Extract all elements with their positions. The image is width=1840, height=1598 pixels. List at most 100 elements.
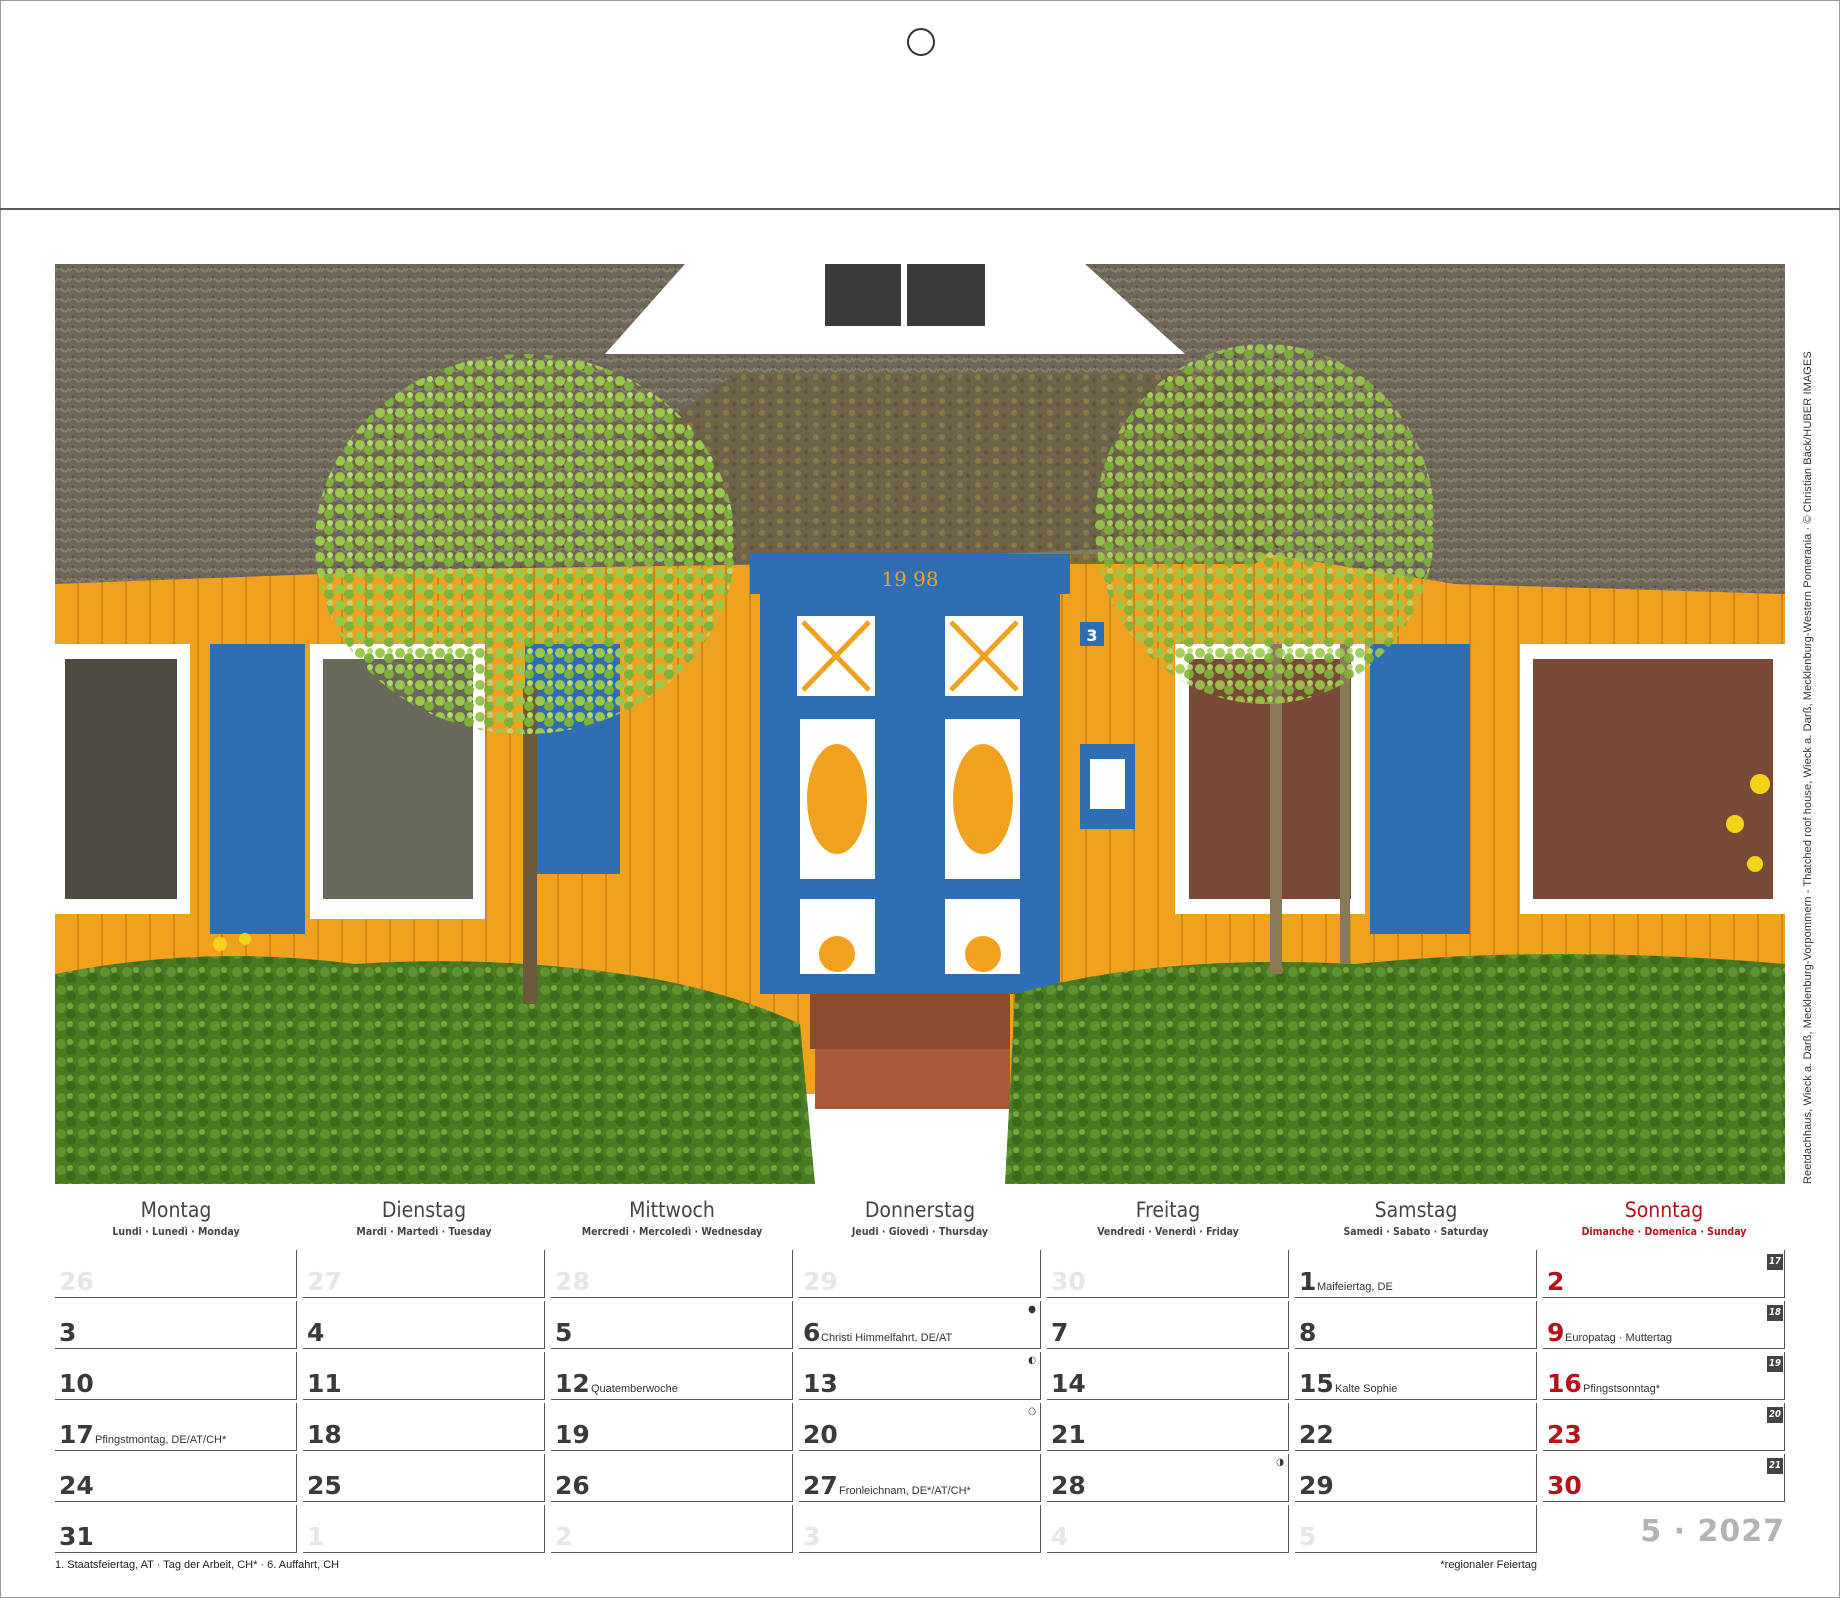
day-number: 27 <box>307 1267 342 1296</box>
week-number-badge: 19 <box>1767 1356 1783 1372</box>
day-cell: 30 <box>1047 1250 1289 1298</box>
day-number: 17 <box>59 1420 94 1449</box>
day-number: 1 <box>307 1522 325 1551</box>
day-number: 16 <box>1547 1369 1582 1398</box>
day-number: 1 <box>1299 1267 1317 1296</box>
moon-phase-icon: ○ <box>1028 1406 1036 1417</box>
weekday-header-sunday: Sonntag Dimanche · Domenica · Sunday <box>1544 1196 1784 1240</box>
weekday-translations: Mardi · Martedì · Tuesday <box>356 1226 492 1238</box>
moon-phase-icon: ◑ <box>1276 1457 1284 1468</box>
weekday-header-saturday: Samstag Samedi · Sabato · Saturday <box>1296 1196 1536 1240</box>
day-number: 30 <box>1051 1267 1086 1296</box>
holiday-note: Maifeiertag, DE <box>1317 1281 1393 1293</box>
day-cell: 22 <box>1295 1403 1537 1451</box>
holiday-note: Pfingstmontag, DE/AT/CH* <box>95 1434 227 1446</box>
day-number: 15 <box>1299 1369 1334 1398</box>
day-number: 19 <box>555 1420 590 1449</box>
day-number: 28 <box>1051 1471 1086 1500</box>
moon-phase-icon: ● <box>1028 1304 1036 1315</box>
day-cell: 7 <box>1047 1301 1289 1349</box>
hanging-hole <box>907 28 935 56</box>
day-cell: 23 20 <box>1543 1403 1785 1451</box>
day-cell: 14 <box>1047 1352 1289 1400</box>
day-cell: 1 <box>303 1505 545 1553</box>
day-number: 6 <box>803 1318 821 1347</box>
day-cell: 9 Europatag · Muttertag 18 <box>1543 1301 1785 1349</box>
weekday-header-wednesday: Mittwoch Mercredi · Mercoledì · Wednesda… <box>552 1196 792 1240</box>
day-cell: 18 <box>303 1403 545 1451</box>
weekday-name: Samstag <box>1374 1198 1458 1222</box>
day-cell: 24 <box>55 1454 297 1502</box>
day-cell: 4 <box>1047 1505 1289 1553</box>
day-cell: 25 <box>303 1454 545 1502</box>
day-number: 7 <box>1051 1318 1069 1347</box>
day-cell: 5 <box>551 1301 793 1349</box>
day-number: 4 <box>307 1318 325 1347</box>
day-cell: 19 <box>551 1403 793 1451</box>
day-number: 26 <box>59 1267 94 1296</box>
weekday-translations: Vendredi · Venerdì · Friday <box>1097 1226 1239 1238</box>
day-cell: 3 <box>55 1301 297 1349</box>
day-cell: 29 <box>1295 1454 1537 1502</box>
weekday-name: Freitag <box>1135 1198 1201 1222</box>
weekday-name: Montag <box>140 1198 212 1222</box>
day-cell: 31 <box>55 1505 297 1553</box>
day-number: 14 <box>1051 1369 1086 1398</box>
day-cell: 1 Maifeiertag, DE <box>1295 1250 1537 1298</box>
day-number: 2 <box>1547 1267 1565 1296</box>
month-photo: 19 98 3 <box>55 264 1785 1184</box>
day-number: 5 <box>1299 1522 1317 1551</box>
day-cell: 26 <box>55 1250 297 1298</box>
week-number-badge: 18 <box>1767 1305 1783 1321</box>
day-number: 25 <box>307 1471 342 1500</box>
day-number: 30 <box>1547 1471 1582 1500</box>
holiday-note: Fronleichnam, DE*/AT/CH* <box>839 1485 971 1497</box>
day-cell: 30 21 <box>1543 1454 1785 1502</box>
day-number: 23 <box>1547 1420 1582 1449</box>
day-number: 18 <box>307 1420 342 1449</box>
day-cell: 28 <box>551 1250 793 1298</box>
day-number: 12 <box>555 1369 590 1398</box>
holiday-footnote: 1. Staatsfeiertag, AT · Tag der Arbeit, … <box>55 1559 340 1571</box>
day-cell: 12 Quatemberwoche <box>551 1352 793 1400</box>
day-number: 3 <box>803 1522 821 1551</box>
day-cell: 29 <box>799 1250 1041 1298</box>
day-number: 21 <box>1051 1420 1086 1449</box>
holiday-note: Quatemberwoche <box>591 1383 678 1395</box>
house-number: 3 <box>1086 626 1097 645</box>
regional-holiday-note: *regionaler Feiertag <box>1440 1559 1537 1571</box>
day-number: 5 <box>555 1318 573 1347</box>
holiday-note: Pfingstsonntag* <box>1583 1383 1661 1395</box>
holiday-note: Christi Himmelfahrt, DE/AT <box>821 1332 953 1344</box>
week-number-badge: 20 <box>1767 1407 1783 1423</box>
weekday-header-monday: Montag Lundi · Lunedì · Monday <box>56 1196 296 1240</box>
day-number: 2 <box>555 1522 573 1551</box>
day-cell: 6 Christi Himmelfahrt, DE/AT ● <box>799 1301 1041 1349</box>
day-number: 29 <box>803 1267 838 1296</box>
day-number: 9 <box>1547 1318 1565 1347</box>
day-number: 13 <box>803 1369 838 1398</box>
day-number: 20 <box>803 1420 838 1449</box>
weekday-header-tuesday: Dienstag Mardi · Martedì · Tuesday <box>304 1196 544 1240</box>
moon-phase-icon: ◐ <box>1028 1355 1036 1366</box>
day-number: 27 <box>803 1471 838 1500</box>
day-cell: 21 <box>1047 1403 1289 1451</box>
day-number: 26 <box>555 1471 590 1500</box>
day-cell: 20 ○ <box>799 1403 1041 1451</box>
day-cell: 27 <box>303 1250 545 1298</box>
hanger-strip <box>0 0 1840 210</box>
day-cell: 3 <box>799 1505 1041 1553</box>
day-number: 31 <box>59 1522 94 1551</box>
holiday-note: Kalte Sophie <box>1335 1383 1398 1395</box>
weekday-header-thursday: Donnerstag Jeudi · Giovedì · Thursday <box>800 1196 1040 1240</box>
door-year: 19 98 <box>881 567 938 591</box>
photo-credit: Reetdachhaus, Wieck a. Darß, Mecklenburg… <box>1802 351 1814 1184</box>
month-year-label: 5 · 2027 <box>1640 1514 1785 1549</box>
day-cell: 4 <box>303 1301 545 1349</box>
day-number: 22 <box>1299 1420 1334 1449</box>
weekday-translations: Samedi · Sabato · Saturday <box>1343 1226 1489 1238</box>
weekday-translations: Lundi · Lunedì · Monday <box>112 1226 240 1238</box>
day-cell: 10 <box>55 1352 297 1400</box>
week-number-badge: 21 <box>1767 1458 1783 1474</box>
day-number: 24 <box>59 1471 94 1500</box>
